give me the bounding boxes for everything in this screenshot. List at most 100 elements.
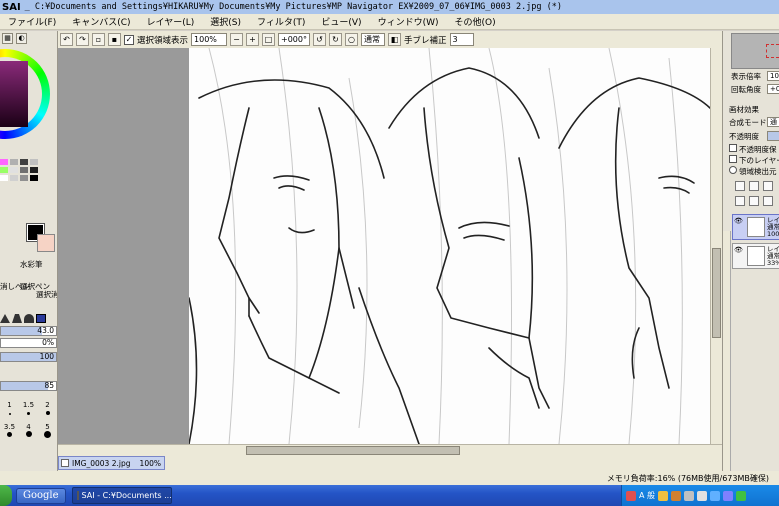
menu-select[interactable]: 選択(S) xyxy=(202,15,249,28)
density-value: 100 xyxy=(39,352,54,361)
size-preset[interactable]: 2 xyxy=(38,401,57,417)
new-pen-layer-icon[interactable] xyxy=(749,181,759,191)
color-saturation-box[interactable] xyxy=(0,61,28,127)
clip-checkbox[interactable] xyxy=(729,155,737,163)
layer-buttons-row1 xyxy=(735,181,773,191)
rotate-right-icon[interactable]: ↻ xyxy=(329,33,343,46)
menu-filter[interactable]: フィルタ(T) xyxy=(249,15,313,28)
size-preset[interactable]: 3.5 xyxy=(0,423,19,440)
layer-item[interactable]: 👁 レイ通常100% xyxy=(732,214,779,240)
min-size-slider[interactable]: 0% xyxy=(0,338,57,348)
color-swatch[interactable] xyxy=(0,159,8,165)
zoom-select[interactable]: 100% xyxy=(191,33,228,46)
eye-icon[interactable]: 👁 xyxy=(734,246,745,254)
brush-shape-round[interactable] xyxy=(24,314,34,323)
redo-icon[interactable]: ↷ xyxy=(76,33,89,46)
tray-icon[interactable] xyxy=(723,490,734,501)
rotate-left-icon[interactable]: ↺ xyxy=(313,33,327,46)
tray-icon[interactable] xyxy=(684,490,695,501)
color-swatch[interactable] xyxy=(30,159,38,165)
tray-icon[interactable] xyxy=(710,490,721,501)
menu-layer[interactable]: レイヤー(L) xyxy=(139,15,203,28)
sample-source-radio[interactable] xyxy=(729,166,737,174)
canvas-horizontal-scrollbar[interactable] xyxy=(58,444,722,456)
document-tab[interactable]: IMG_0003 2.jpg 100% xyxy=(58,456,165,470)
invert-selection-icon[interactable]: ▪ xyxy=(108,33,121,46)
tray-icon[interactable] xyxy=(697,490,708,501)
new-layer-icon[interactable] xyxy=(735,181,745,191)
nav-rotate-value[interactable]: +0 xyxy=(767,84,779,94)
new-folder-icon[interactable] xyxy=(763,181,773,191)
vscroll-thumb[interactable] xyxy=(712,248,721,338)
menu-canvas[interactable]: キャンバス(C) xyxy=(64,15,138,28)
min-size-value: 0% xyxy=(42,338,54,347)
canvas-vertical-scrollbar[interactable] xyxy=(710,48,722,444)
layer-blend-select[interactable]: 通 xyxy=(767,117,779,127)
texture-effect-label[interactable]: 画材効果 xyxy=(729,104,759,115)
size-preset[interactable]: 1 xyxy=(0,401,19,417)
taskbar-item-sai[interactable]: SAI - C:¥Documents ... xyxy=(71,487,172,504)
color-swatch[interactable] xyxy=(10,175,18,181)
canvas-area[interactable] xyxy=(58,48,722,444)
canvas-paper[interactable] xyxy=(188,48,711,444)
color-swatch[interactable] xyxy=(20,159,28,165)
nav-zoom-value[interactable]: 100 xyxy=(767,71,779,81)
copy-layer-icon[interactable] xyxy=(735,196,745,206)
density-slider[interactable]: 100 xyxy=(0,352,57,362)
merge-layer-icon[interactable] xyxy=(749,196,759,206)
start-button[interactable] xyxy=(0,485,12,506)
tool-watercolor[interactable]: 水彩筆 xyxy=(20,259,43,270)
tray-icon[interactable] xyxy=(671,490,682,501)
hscroll-thumb[interactable] xyxy=(246,446,460,455)
deselect-icon[interactable]: ▫ xyxy=(92,33,105,46)
size-preset[interactable]: 5 xyxy=(38,423,57,440)
layer-scrollbar[interactable] xyxy=(723,231,731,471)
stabilizer-select[interactable]: 3 xyxy=(449,33,474,46)
ime-indicator[interactable]: A 般 xyxy=(639,490,655,501)
show-selection-checkbox[interactable]: ✓ xyxy=(124,34,134,45)
zoom-out-icon[interactable]: − xyxy=(230,33,244,46)
color-mode-icon[interactable]: ◐ xyxy=(16,33,27,44)
navigator-viewport[interactable] xyxy=(766,44,779,58)
layer-item[interactable]: 👁 レイ通常33% xyxy=(732,243,779,269)
palette-icon[interactable]: ▦ xyxy=(2,33,13,44)
strength-slider[interactable]: 85 xyxy=(0,381,57,391)
tool-select-erase[interactable]: 選択消し xyxy=(36,289,57,300)
tray-icon[interactable] xyxy=(626,490,636,501)
color-swatch[interactable] xyxy=(10,167,18,173)
brush-shape-flat[interactable] xyxy=(36,314,46,323)
zoom-in-icon[interactable]: + xyxy=(246,33,260,46)
brush-shape-medium[interactable] xyxy=(12,314,22,323)
undo-icon[interactable]: ↶ xyxy=(60,33,73,46)
menu-window[interactable]: ウィンドウ(W) xyxy=(370,15,447,28)
size-preset[interactable]: 4 xyxy=(19,423,38,440)
menu-file[interactable]: ファイル(F) xyxy=(0,15,64,28)
eye-icon[interactable]: 👁 xyxy=(734,217,745,225)
rotate-reset-icon[interactable]: ○ xyxy=(345,33,359,46)
color-swatch[interactable] xyxy=(0,175,8,181)
opacity-slider[interactable] xyxy=(767,131,779,141)
flip-icon[interactable]: ◧ xyxy=(388,33,402,46)
delete-layer-icon[interactable] xyxy=(763,196,773,206)
color-swatch[interactable] xyxy=(0,167,8,173)
menu-view[interactable]: ビュー(V) xyxy=(313,15,369,28)
network-icon[interactable] xyxy=(736,490,747,501)
rotation-select[interactable]: +000° xyxy=(278,33,311,46)
color-swatch[interactable] xyxy=(20,167,28,173)
color-swatch[interactable] xyxy=(10,159,18,165)
tray-icon[interactable] xyxy=(658,490,669,501)
background-color[interactable] xyxy=(37,234,55,252)
blend-mode-select[interactable]: 通常 xyxy=(361,33,386,46)
brush-size-slider[interactable]: 43.0 xyxy=(0,326,57,336)
brush-shape-sharp[interactable] xyxy=(0,314,10,323)
navigator-preview[interactable] xyxy=(731,33,779,69)
size-preset[interactable]: 1.5 xyxy=(19,401,38,417)
color-swatch[interactable] xyxy=(30,167,38,173)
canvas-toolbar: ↶ ↷ ▫ ▪ ✓ 選択領域表示 100% − + □ +000° ↺ ↻ ○ … xyxy=(58,31,722,48)
protect-opacity-checkbox[interactable] xyxy=(729,144,737,152)
menu-other[interactable]: その他(O) xyxy=(447,15,504,28)
color-swatch[interactable] xyxy=(30,175,38,181)
color-swatch[interactable] xyxy=(20,175,28,181)
zoom-reset-icon[interactable]: □ xyxy=(262,33,276,46)
google-toolbar-button[interactable]: Google xyxy=(16,487,66,504)
